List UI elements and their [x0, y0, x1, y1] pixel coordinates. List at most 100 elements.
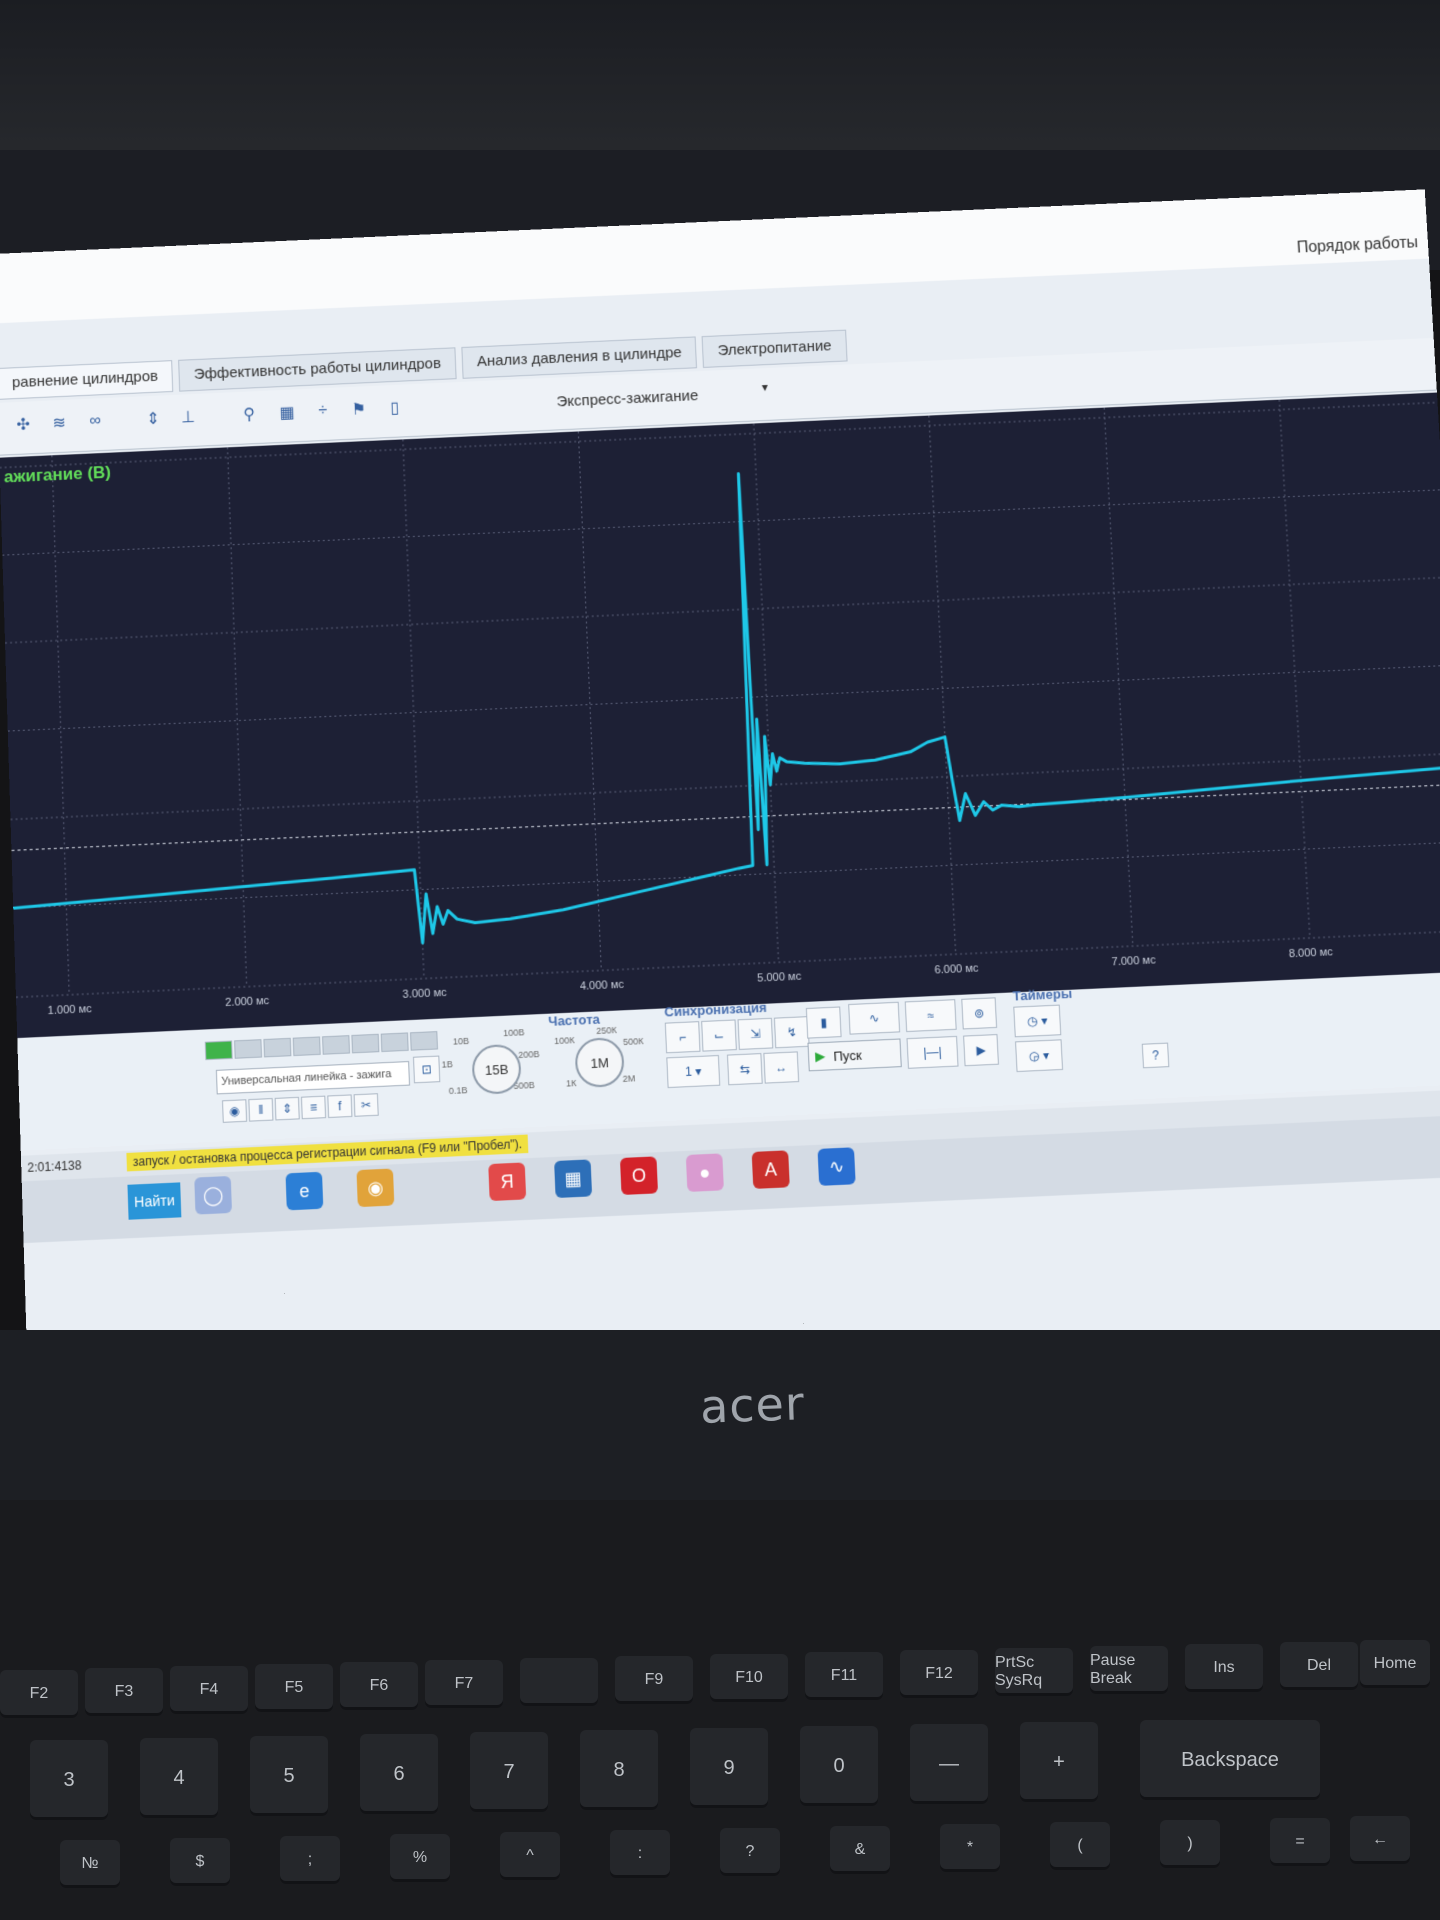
key-arrow-left[interactable]: ← — [1350, 1816, 1410, 1864]
falling-edge-icon[interactable]: ⌙ — [701, 1019, 737, 1051]
yandex-icon[interactable]: Я — [488, 1162, 526, 1201]
probe-icon[interactable]: ⊡ — [413, 1056, 440, 1084]
opera-icon[interactable]: O — [620, 1156, 658, 1195]
rising-edge-icon[interactable]: ⌐ — [665, 1021, 701, 1053]
key-equals[interactable]: + — [1020, 1722, 1098, 1802]
key-6[interactable]: 6 — [360, 1734, 438, 1814]
channel-5-indicator[interactable] — [322, 1035, 350, 1055]
key-f8[interactable] — [520, 1658, 598, 1706]
table-icon[interactable]: ▦ — [271, 397, 302, 428]
key-8[interactable]: 8 — [580, 1730, 658, 1810]
key-0[interactable]: 0 — [800, 1726, 878, 1806]
key-colon[interactable]: : — [610, 1830, 670, 1878]
stop-icon[interactable]: ▮ — [806, 1006, 842, 1038]
key-5[interactable]: 5 — [250, 1736, 328, 1816]
function-icon[interactable]: f — [327, 1094, 352, 1118]
oscilloscope-app-icon[interactable]: ∿ — [817, 1147, 855, 1186]
key-del[interactable]: Del — [1280, 1642, 1358, 1690]
overlay-icon[interactable]: ≋ — [44, 407, 75, 438]
key-7[interactable]: 7 — [470, 1732, 548, 1812]
key-f6[interactable]: F6 — [340, 1662, 418, 1710]
channel-6-indicator[interactable] — [351, 1034, 379, 1054]
channel-7-indicator[interactable] — [381, 1032, 409, 1052]
key-f10[interactable]: F10 — [710, 1654, 788, 1702]
channel-4-indicator[interactable] — [293, 1036, 321, 1056]
timer-2-icon[interactable]: ◶ ▾ — [1015, 1039, 1063, 1072]
key-ampersand[interactable]: & — [830, 1826, 890, 1874]
preset-select[interactable]: Универсальная линейка - зажига — [216, 1061, 410, 1094]
channel-8-indicator[interactable] — [410, 1031, 438, 1051]
start-button[interactable]: ▶ Пуск — [807, 1038, 901, 1071]
chevron-down-icon[interactable]: ▾ — [762, 380, 769, 394]
sine-mode-icon[interactable]: ∿ — [848, 1002, 900, 1035]
parade-icon[interactable]: ∞ — [80, 406, 111, 437]
pdf-icon[interactable]: A — [752, 1150, 790, 1189]
media-player-icon[interactable]: ◉ — [356, 1168, 394, 1207]
key-4[interactable]: 4 — [140, 1738, 218, 1818]
mode-select[interactable]: Экспресс-зажигание — [497, 380, 758, 418]
frequency-knob[interactable]: 1М — [574, 1037, 625, 1088]
key-f3[interactable]: F3 — [85, 1668, 163, 1716]
key-f9[interactable]: F9 — [615, 1656, 693, 1704]
document-icon[interactable]: ▯ — [379, 392, 410, 423]
eye-icon[interactable]: ◉ — [222, 1099, 247, 1123]
key-semicolon[interactable]: ; — [280, 1836, 340, 1884]
key-backspace[interactable]: Backspace — [1140, 1720, 1320, 1800]
sync-shift-icon[interactable]: ⇆ — [727, 1053, 763, 1085]
key-f7[interactable]: F7 — [425, 1660, 503, 1708]
key-f2[interactable]: F2 — [0, 1670, 78, 1718]
updown-icon[interactable]: ⇕ — [275, 1097, 300, 1121]
key-question[interactable]: ? — [720, 1828, 780, 1876]
scissors-icon[interactable]: ✂ — [354, 1093, 379, 1117]
ie-icon[interactable]: e — [285, 1172, 323, 1211]
help-icon[interactable]: ? — [1142, 1043, 1170, 1069]
auto-settings-icon[interactable]: ⊚ — [961, 997, 997, 1029]
ball-app-icon[interactable]: ● — [686, 1153, 724, 1192]
key-ins[interactable]: Ins — [1185, 1644, 1263, 1692]
tab-cylinder-balance[interactable]: равнение цилиндров — [0, 360, 173, 400]
raster-icon[interactable]: ⇕ — [138, 403, 169, 434]
key-9[interactable]: 9 — [690, 1728, 768, 1808]
channel-3-indicator[interactable] — [263, 1038, 291, 1058]
key-caret[interactable]: ^ — [500, 1832, 560, 1880]
key-f11[interactable]: F11 — [805, 1652, 883, 1700]
auto-sync-icon[interactable]: ⇲ — [738, 1018, 774, 1050]
channel-1-indicator[interactable] — [205, 1040, 233, 1060]
key-minus[interactable]: — — [910, 1724, 988, 1804]
bars-icon[interactable]: ‖ — [248, 1098, 273, 1122]
auto-play-icon[interactable]: ▶ — [963, 1034, 999, 1066]
range-icon[interactable]: |—| — [906, 1036, 958, 1069]
key-paren-close[interactable]: ) — [1160, 1820, 1220, 1868]
sync-step-icon[interactable]: ↔ — [763, 1051, 799, 1083]
key-3[interactable]: 3 — [30, 1740, 108, 1820]
cortana-icon[interactable]: ◯ — [194, 1176, 232, 1215]
timer-1-icon[interactable]: ◷ ▾ — [1013, 1005, 1061, 1038]
key-pause[interactable]: Pause Break — [1090, 1646, 1168, 1694]
filter-icon[interactable]: ⚲ — [234, 399, 265, 430]
oscilloscope-plot[interactable]: 1.000 мс 2.000 мс 3.000 мс 4.000 мс 5.000 мс… — [0, 393, 1440, 1039]
key-plus[interactable]: = — [1270, 1818, 1330, 1866]
key-prtsc[interactable]: PrtSc SysRq — [995, 1648, 1073, 1696]
key-paren-open[interactable]: ( — [1050, 1822, 1110, 1870]
trigger-level-icon[interactable]: ⊥ — [173, 402, 204, 433]
split-icon[interactable]: ÷ — [307, 395, 338, 426]
key-f5[interactable]: F5 — [255, 1664, 333, 1712]
search-button[interactable]: Найти — [127, 1182, 181, 1219]
list-icon[interactable]: ≡ — [301, 1096, 326, 1120]
key-home[interactable]: Home — [1360, 1640, 1430, 1688]
sync-channel-select[interactable]: 1 ▾ — [666, 1055, 720, 1088]
channel-selector[interactable] — [205, 1031, 438, 1060]
tab-power-supply[interactable]: Электропитание — [702, 330, 847, 368]
waveform-view-icon[interactable]: ≈ — [905, 999, 957, 1032]
key-dollar[interactable]: $ — [170, 1838, 230, 1886]
cursor-icon[interactable]: ✣ — [8, 409, 39, 440]
channel-2-indicator[interactable] — [234, 1039, 262, 1059]
key-percent[interactable]: % — [390, 1834, 450, 1882]
key-f4[interactable]: F4 — [170, 1666, 248, 1714]
key-f12[interactable]: F12 — [900, 1650, 978, 1698]
key-numero[interactable]: № — [60, 1840, 120, 1888]
calculator-icon[interactable]: ▦ — [554, 1159, 592, 1198]
key-asterisk[interactable]: * — [940, 1824, 1000, 1872]
marker-icon[interactable]: ⚑ — [343, 394, 374, 425]
sync-source-icon[interactable]: ↯ — [774, 1016, 810, 1048]
